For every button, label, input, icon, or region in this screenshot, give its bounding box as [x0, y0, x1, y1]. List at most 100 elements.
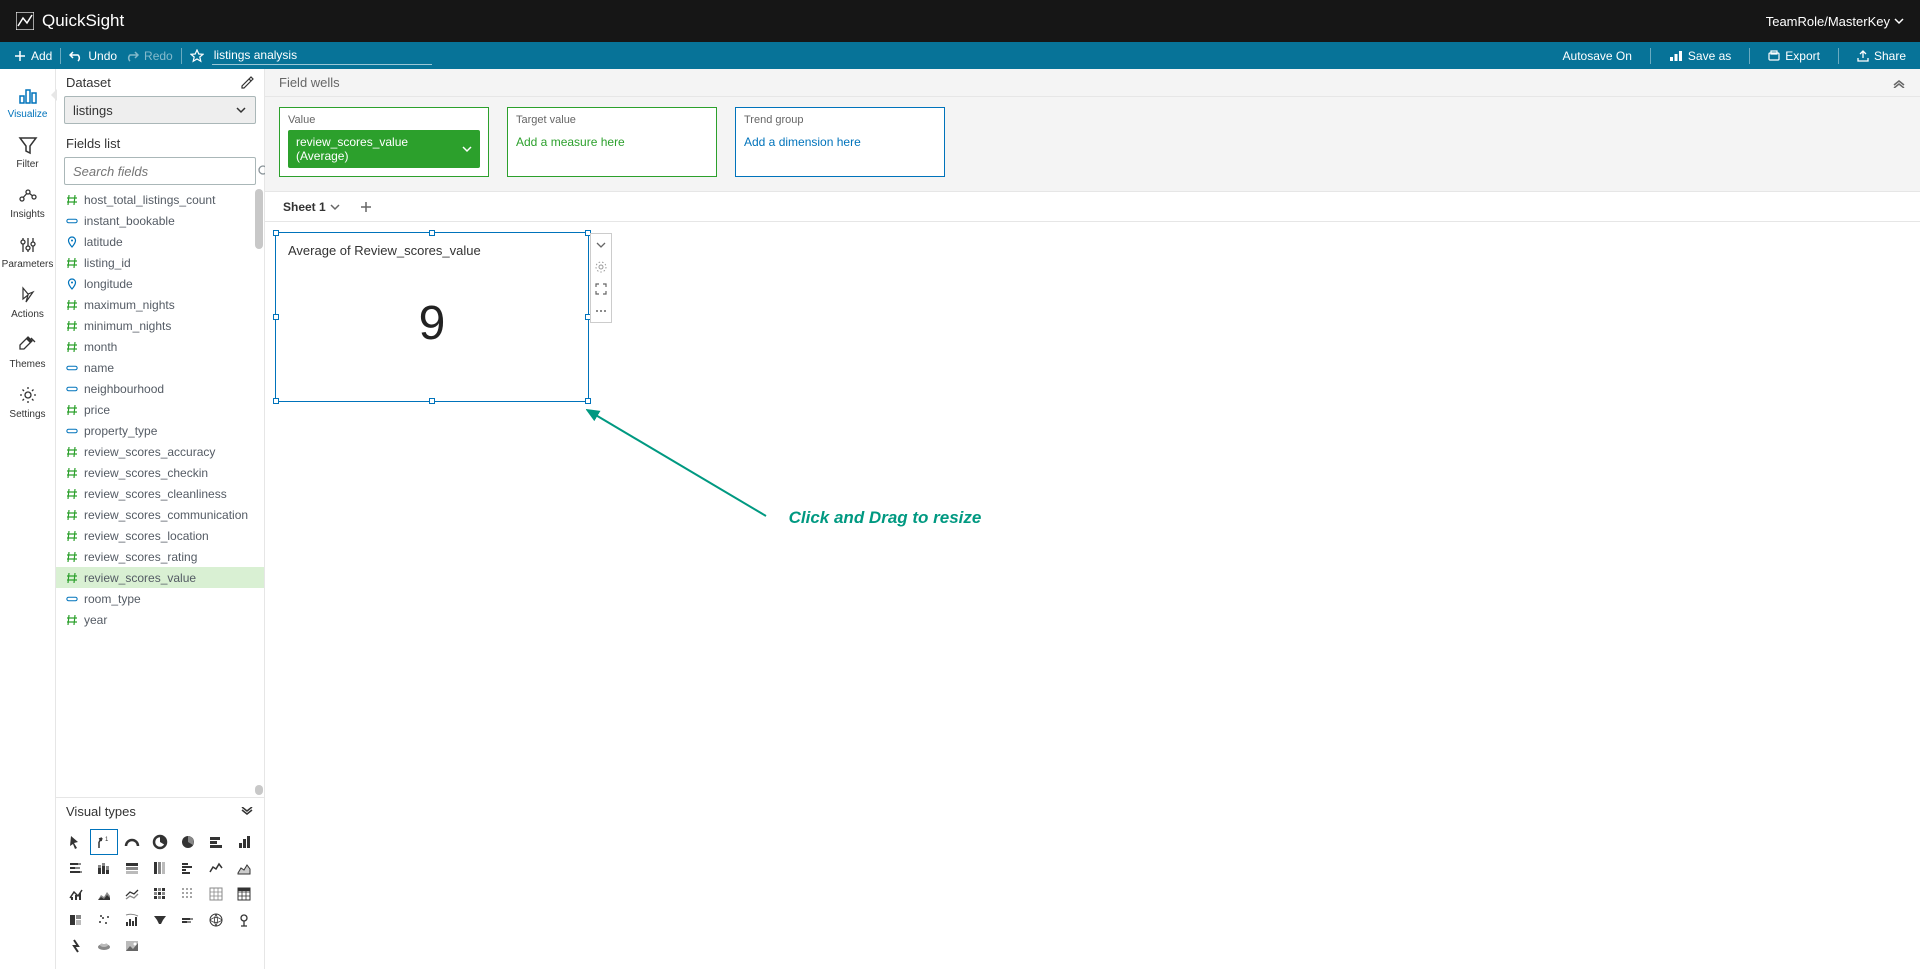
analysis-name-input[interactable]: listings analysis	[212, 46, 432, 65]
resize-handle-bm[interactable]	[429, 398, 435, 404]
field-item-room_type[interactable]: room_type	[56, 588, 264, 609]
resize-handle-bl[interactable]	[273, 398, 279, 404]
visual-menu-button[interactable]	[591, 234, 611, 256]
visual-settings-button[interactable]	[591, 256, 611, 278]
collapse-visual-types-icon[interactable]	[240, 807, 254, 817]
visual-type-8[interactable]	[90, 855, 118, 881]
well-value[interactable]: Value review_scores_value (Average)	[279, 107, 489, 177]
field-item-review_scores_location[interactable]: review_scores_location	[56, 525, 264, 546]
field-item-instant_bookable[interactable]: instant_bookable	[56, 210, 264, 231]
undo-button[interactable]: Undo	[69, 49, 117, 63]
visual-type-19[interactable]	[202, 881, 230, 907]
add-button[interactable]: Add	[14, 49, 52, 63]
nav-filter[interactable]: Filter	[0, 127, 56, 177]
resize-handle-tm[interactable]	[429, 230, 435, 236]
visual-type-9[interactable]	[118, 855, 146, 881]
visual-type-17[interactable]	[146, 881, 174, 907]
visual-type-15[interactable]	[90, 881, 118, 907]
resize-handle-tl[interactable]	[273, 230, 279, 236]
visual-type-25[interactable]	[174, 907, 202, 933]
visual-more-button[interactable]	[591, 300, 611, 322]
nav-themes[interactable]: Themes	[0, 327, 56, 377]
dataset-select[interactable]: listings	[64, 96, 256, 124]
nav-actions[interactable]: Actions	[0, 277, 56, 327]
visual-type-2[interactable]	[118, 829, 146, 855]
field-item-review_scores_cleanliness[interactable]: review_scores_cleanliness	[56, 483, 264, 504]
export-button[interactable]: Export	[1768, 49, 1820, 63]
visual-type-26[interactable]	[202, 907, 230, 933]
autosave-toggle[interactable]: Autosave On	[1563, 49, 1632, 63]
sheet-tab-active[interactable]: Sheet 1	[275, 196, 348, 218]
save-as-button[interactable]: Save as	[1669, 49, 1731, 63]
search-fields-text[interactable]	[73, 164, 251, 179]
kpi-visual[interactable]: Average of Review_scores_value 9	[275, 232, 589, 402]
scrollbar-thumb-bottom[interactable]	[255, 785, 263, 795]
well-target[interactable]: Target value Add a measure here	[507, 107, 717, 177]
visual-type-7[interactable]	[62, 855, 90, 881]
field-item-longitude[interactable]: longitude	[56, 273, 264, 294]
visual-type-4[interactable]	[174, 829, 202, 855]
field-item-review_scores_accuracy[interactable]: review_scores_accuracy	[56, 441, 264, 462]
fields-list[interactable]: host_total_listings_countinstant_bookabl…	[56, 189, 264, 797]
field-name: review_scores_accuracy	[84, 445, 215, 459]
field-item-maximum_nights[interactable]: maximum_nights	[56, 294, 264, 315]
visual-type-6[interactable]	[230, 829, 258, 855]
field-item-review_scores_rating[interactable]: review_scores_rating	[56, 546, 264, 567]
nav-settings[interactable]: Settings	[0, 377, 56, 427]
visual-type-14[interactable]	[62, 881, 90, 907]
nav-insights[interactable]: Insights	[0, 177, 56, 227]
visual-type-0[interactable]	[62, 829, 90, 855]
well-trend[interactable]: Trend group Add a dimension here	[735, 107, 945, 177]
visual-type-23[interactable]	[118, 907, 146, 933]
nav-parameters[interactable]: Parameters	[0, 227, 56, 277]
field-item-latitude[interactable]: latitude	[56, 231, 264, 252]
redo-button[interactable]: Redo	[125, 49, 173, 63]
visual-type-11[interactable]	[174, 855, 202, 881]
visual-type-3[interactable]	[146, 829, 174, 855]
dataset-label: Dataset	[66, 75, 111, 90]
visual-expand-button[interactable]	[591, 278, 611, 300]
visual-type-13[interactable]	[230, 855, 258, 881]
field-item-host_total_listings_count[interactable]: host_total_listings_count	[56, 189, 264, 210]
field-item-month[interactable]: month	[56, 336, 264, 357]
visual-type-18[interactable]	[174, 881, 202, 907]
field-item-listing_id[interactable]: listing_id	[56, 252, 264, 273]
nav-visualize[interactable]: Visualize	[0, 77, 56, 127]
favorite-button[interactable]	[190, 49, 204, 63]
share-button[interactable]: Share	[1857, 49, 1906, 63]
resize-handle-br[interactable]	[585, 398, 591, 404]
visual-type-27[interactable]	[230, 907, 258, 933]
visual-type-12[interactable]	[202, 855, 230, 881]
field-item-neighbourhood[interactable]: neighbourhood	[56, 378, 264, 399]
field-item-name[interactable]: name	[56, 357, 264, 378]
visual-type-24[interactable]	[146, 907, 174, 933]
visual-type-20[interactable]	[230, 881, 258, 907]
add-sheet-button[interactable]	[356, 197, 376, 217]
well-value-chip[interactable]: review_scores_value (Average)	[288, 130, 480, 168]
visual-type-29[interactable]	[90, 933, 118, 959]
field-item-review_scores_communication[interactable]: review_scores_communication	[56, 504, 264, 525]
visual-type-16[interactable]	[118, 881, 146, 907]
field-wells-header[interactable]: Field wells	[265, 69, 1920, 97]
scrollbar-thumb[interactable]	[255, 189, 263, 249]
user-menu[interactable]: TeamRole/MasterKey	[1766, 14, 1904, 29]
visual-type-21[interactable]	[62, 907, 90, 933]
visual-type-28[interactable]	[62, 933, 90, 959]
resize-handle-ml[interactable]	[273, 314, 279, 320]
canvas[interactable]: Average of Review_scores_value 9	[265, 222, 1920, 969]
field-item-minimum_nights[interactable]: minimum_nights	[56, 315, 264, 336]
visual-type-5[interactable]	[202, 829, 230, 855]
edit-dataset-icon[interactable]	[240, 76, 254, 90]
field-item-review_scores_checkin[interactable]: review_scores_checkin	[56, 462, 264, 483]
visual-type-30[interactable]	[118, 933, 146, 959]
field-item-year[interactable]: year	[56, 609, 264, 630]
collapse-wells-icon[interactable]	[1892, 78, 1906, 88]
search-fields-input[interactable]	[64, 157, 256, 185]
visual-types-label: Visual types	[66, 804, 136, 819]
visual-type-1[interactable]: 1	[90, 829, 118, 855]
visual-type-22[interactable]	[90, 907, 118, 933]
field-item-review_scores_value[interactable]: review_scores_value	[56, 567, 264, 588]
field-item-price[interactable]: price	[56, 399, 264, 420]
visual-type-10[interactable]	[146, 855, 174, 881]
field-item-property_type[interactable]: property_type	[56, 420, 264, 441]
